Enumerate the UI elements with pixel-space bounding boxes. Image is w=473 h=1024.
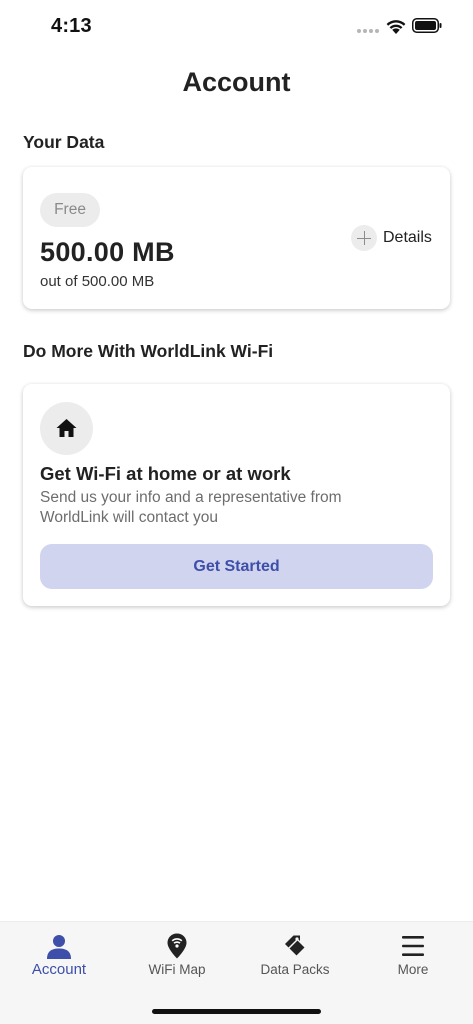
do-more-heading: Do More With WorldLink Wi-Fi (23, 341, 274, 361)
data-usage-card: Free 500.00 MB out of 500.00 MB Details (23, 167, 450, 309)
get-started-button[interactable]: Get Started (40, 544, 433, 589)
wifi-status-icon (386, 20, 406, 34)
details-button[interactable]: Details (351, 224, 432, 252)
status-time: 4:13 (51, 15, 92, 37)
tab-account[interactable]: Account (0, 922, 118, 992)
person-icon (47, 935, 71, 959)
tab-label: WiFi Map (148, 962, 206, 977)
tab-wifi-map[interactable]: WiFi Map (118, 922, 236, 992)
home-indicator (152, 1009, 321, 1014)
your-data-heading: Your Data (23, 132, 105, 152)
tab-data-packs[interactable]: Data Packs (236, 922, 354, 992)
details-label: Details (383, 229, 432, 246)
tags-icon (285, 935, 307, 958)
tab-label: Data Packs (260, 962, 330, 977)
tab-label: More (397, 962, 429, 977)
hamburger-menu-icon (402, 936, 424, 956)
data-total: out of 500.00 MB (40, 273, 155, 290)
battery-icon (412, 18, 442, 33)
home-wifi-title: Get Wi-Fi at home or at work (40, 463, 291, 484)
tab-label: Account (31, 961, 87, 978)
home-icon (40, 402, 93, 455)
tab-more[interactable]: More (354, 922, 472, 992)
data-remaining: 500.00 MB (40, 237, 175, 267)
map-pin-wifi-icon (167, 933, 187, 959)
status-bar: 4:13 (0, 0, 473, 54)
page-title: Account (182, 67, 291, 97)
plus-icon (351, 225, 377, 251)
home-wifi-description: Send us your info and a representative f… (40, 489, 342, 526)
plan-badge: Free (40, 193, 100, 227)
home-wifi-card: Get Wi-Fi at home or at work Send us you… (23, 384, 450, 606)
cellular-signal-icon (357, 29, 379, 33)
